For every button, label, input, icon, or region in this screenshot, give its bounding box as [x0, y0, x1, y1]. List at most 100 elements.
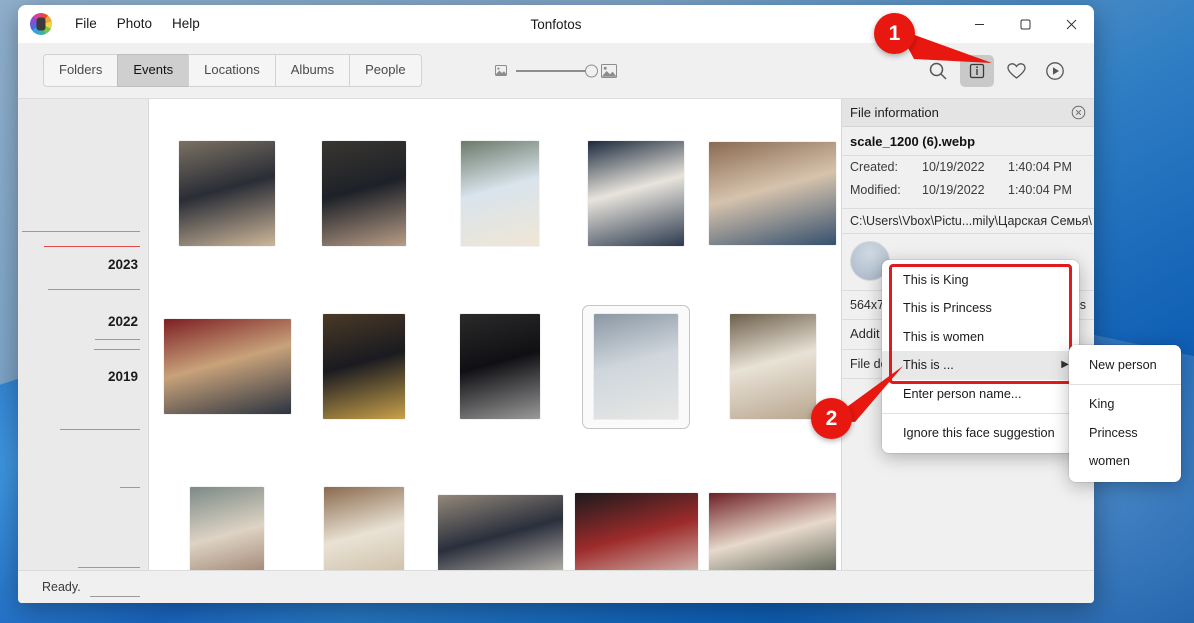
photo-grid[interactable]: [149, 99, 841, 570]
group-royal-christening[interactable]: [709, 142, 836, 245]
slideshow-play-icon[interactable]: [1038, 55, 1072, 87]
tab-folders[interactable]: Folders: [43, 54, 118, 87]
tab-people[interactable]: People: [349, 54, 421, 87]
timeline-tick: [60, 429, 140, 430]
photo-thumbnail-cell[interactable]: [295, 107, 431, 280]
photo-thumbnail-cell[interactable]: [432, 453, 568, 570]
person-submenu: New person KingPrincesswomen: [1069, 345, 1181, 482]
context-menu-item-label: This is Princess: [903, 299, 992, 317]
painting-young-princess[interactable]: [461, 141, 539, 246]
timeline-tick: [94, 349, 140, 350]
photo-two-girls-tree[interactable]: [438, 495, 563, 571]
callout-1-number: 1: [874, 13, 915, 54]
painting-emperor-uniform[interactable]: [323, 314, 405, 419]
photo-imperial-family-red[interactable]: [709, 493, 836, 571]
photo-thumbnail-cell[interactable]: [159, 453, 295, 570]
portrait-prince-philip[interactable]: [322, 141, 406, 246]
submenu-item-1[interactable]: King: [1069, 390, 1181, 418]
dimensions-value: 564x7: [850, 298, 884, 312]
menu-divider: [1069, 384, 1181, 385]
timeline-year-2023[interactable]: 2023: [108, 257, 148, 272]
file-name: scale_1200 (6).webp: [842, 127, 1094, 156]
portrait-tsar-nicholas[interactable]: [460, 314, 540, 419]
status-text: Ready.: [42, 580, 81, 594]
timeline-year-2019[interactable]: 2019: [108, 369, 148, 384]
photo-thumbnail-cell[interactable]: [159, 280, 295, 453]
group-royals-red-room[interactable]: [164, 319, 291, 414]
large-image-icon: [601, 64, 617, 78]
callout-badge-1: 1: [874, 13, 915, 54]
callout-2-number: 2: [811, 398, 852, 439]
painting-empress-robe[interactable]: [190, 487, 264, 570]
created-row: Created: 10/19/2022 1:40:04 PM: [842, 156, 1094, 179]
submenu-item-0[interactable]: New person: [1069, 351, 1181, 379]
photo-row: [149, 280, 841, 453]
timeline-current-marker: [44, 246, 140, 247]
maximize-button[interactable]: [1002, 5, 1048, 43]
photo-thumbnail-cell[interactable]: [705, 453, 841, 570]
photo-row: [149, 107, 841, 280]
portrait-grand-duchess[interactable]: [594, 314, 678, 419]
modified-time: 1:40:04 PM: [1008, 181, 1072, 200]
created-time: 1:40:04 PM: [1008, 158, 1072, 177]
timeline-tick: [48, 289, 140, 290]
close-button[interactable]: [1048, 5, 1094, 43]
menu-item-photo[interactable]: Photo: [108, 11, 161, 37]
portrait-queen-tiara[interactable]: [588, 141, 684, 246]
photo-thumbnail-cell[interactable]: [705, 107, 841, 280]
submenu-item-2[interactable]: Princess: [1069, 419, 1181, 447]
context-menu-item-label: Enter person name...: [903, 385, 1021, 403]
favorite-heart-icon[interactable]: [999, 55, 1033, 87]
context-menu-item-label: This is King: [903, 271, 969, 289]
timeline-year-2022[interactable]: 2022: [108, 314, 148, 329]
view-tabs: Folders Events Locations Albums People: [43, 54, 421, 87]
menu-item-help[interactable]: Help: [163, 11, 209, 37]
tab-locations[interactable]: Locations: [188, 54, 276, 87]
thumbnail-size-control: [495, 64, 617, 78]
close-panel-icon[interactable]: [1071, 105, 1086, 120]
portrait-lady-white-dress[interactable]: [730, 314, 816, 419]
context-menu-item-0[interactable]: This is King: [882, 266, 1079, 294]
context-menu-item-label: This is women: [903, 328, 984, 346]
context-menu-item-2[interactable]: This is women: [882, 323, 1079, 351]
created-date: 10/19/2022: [922, 158, 1008, 177]
portrait-king-charles[interactable]: [179, 141, 275, 246]
small-image-icon: [495, 65, 507, 76]
timeline-tick: [90, 596, 140, 597]
modified-row: Modified: 10/19/2022 1:40:04 PM: [842, 179, 1094, 202]
menu-bar: File Photo Help: [66, 11, 209, 37]
tab-events[interactable]: Events: [117, 54, 189, 87]
modified-label: Modified:: [850, 181, 922, 200]
photo-imperial-family-dark[interactable]: [575, 493, 698, 571]
timeline-tick: [120, 487, 140, 488]
photo-row: [149, 453, 841, 570]
photo-thumbnail-cell[interactable]: [432, 280, 568, 453]
panel-title: File information: [850, 105, 939, 120]
photo-thumbnail-cell[interactable]: [295, 280, 431, 453]
timeline-tick: [22, 231, 140, 232]
timeline-tick: [95, 339, 140, 340]
photo-thumbnail-cell[interactable]: [432, 107, 568, 280]
slider-knob[interactable]: [585, 64, 598, 77]
photo-thumbnail-cell[interactable]: [568, 280, 704, 453]
painting-lady-at-desk[interactable]: [324, 487, 404, 570]
timeline-sidebar[interactable]: 2023202220192005: [18, 99, 149, 570]
photo-thumbnail-cell[interactable]: [568, 107, 704, 280]
timeline-tick: [78, 567, 140, 568]
menu-item-file[interactable]: File: [66, 11, 106, 37]
status-bar: Ready.: [18, 570, 1094, 603]
context-menu-item-1[interactable]: This is Princess: [882, 294, 1079, 322]
photo-thumbnail-cell[interactable]: [295, 453, 431, 570]
created-label: Created:: [850, 158, 922, 177]
photo-thumbnail-cell[interactable]: [159, 107, 295, 280]
modified-date: 10/19/2022: [922, 181, 1008, 200]
thumbnail-size-slider[interactable]: [516, 70, 592, 72]
file-path[interactable]: C:\Users\Vbox\Pictu...mily\Царская Семья…: [842, 209, 1094, 234]
panel-header: File information: [842, 99, 1094, 127]
callout-badge-2: 2: [811, 398, 852, 439]
submenu-item-3[interactable]: women: [1069, 447, 1181, 475]
chevron-right-icon: ▶: [1061, 358, 1069, 373]
app-logo-icon: [30, 13, 52, 35]
photo-thumbnail-cell[interactable]: [568, 453, 704, 570]
tab-albums[interactable]: Albums: [275, 54, 350, 87]
